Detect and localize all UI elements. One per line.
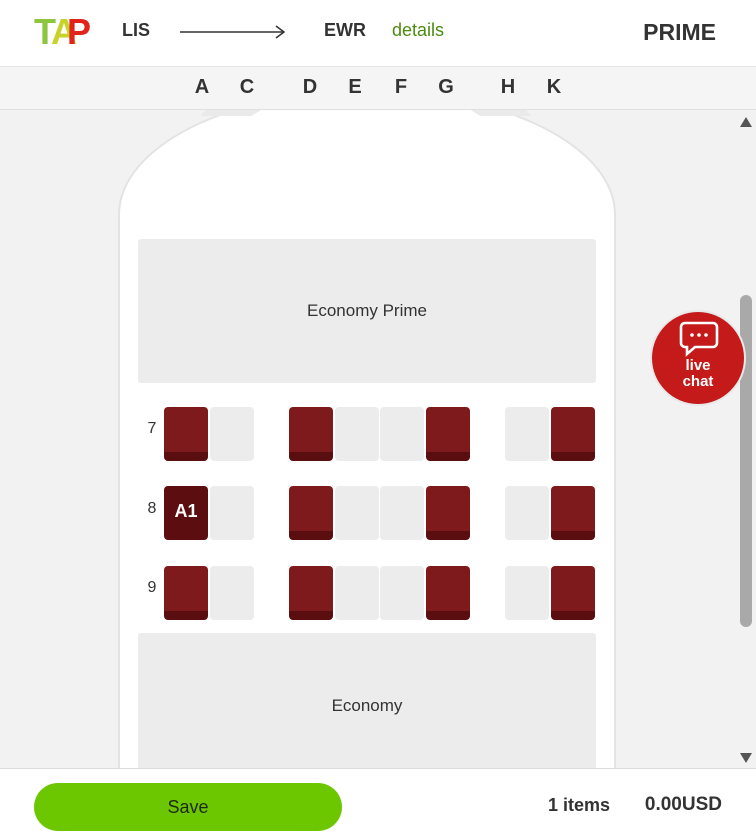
column-letter: K <box>546 76 562 98</box>
seat-8K[interactable] <box>551 486 595 540</box>
seat-9D[interactable] <box>289 566 333 620</box>
live-chat-line: chat <box>682 373 714 390</box>
column-letter: D <box>302 76 318 98</box>
zone-economy-prime: Economy Prime <box>138 239 596 383</box>
column-letter: C <box>239 76 255 98</box>
seat-8H[interactable] <box>505 486 549 540</box>
seat-7E[interactable] <box>335 407 379 461</box>
seat-8G[interactable] <box>426 486 470 540</box>
seat-9H[interactable] <box>505 566 549 620</box>
seat-8C[interactable] <box>210 486 254 540</box>
row-number: 7 <box>147 420 157 437</box>
save-button[interactable]: Save <box>34 783 342 831</box>
scroll-up-arrow-icon[interactable] <box>739 116 753 128</box>
tap-logo[interactable]: T A P <box>34 14 92 46</box>
origin-airport: LIS <box>122 20 151 40</box>
column-letter: H <box>500 76 516 98</box>
destination-airport: EWR <box>324 20 366 40</box>
scroll-down-arrow-icon[interactable] <box>739 752 753 764</box>
seat-8E[interactable] <box>335 486 379 540</box>
zone-economy: Economy <box>138 633 596 768</box>
live-chat-line: live <box>685 357 711 374</box>
seat-7D[interactable] <box>289 407 333 461</box>
seat-9E[interactable] <box>335 566 379 620</box>
seat-8F[interactable] <box>380 486 424 540</box>
row-number: 8 <box>147 500 157 517</box>
selected-seat-label: A1 <box>174 501 198 521</box>
seat-7K[interactable] <box>551 407 595 461</box>
footer-bar: Save 1 items 0.00USD <box>0 768 756 838</box>
seat-9F[interactable] <box>380 566 424 620</box>
live-chat-button[interactable]: live chat <box>652 312 744 404</box>
column-letter: F <box>394 76 408 98</box>
chat-bubble-icon <box>679 321 719 357</box>
seat-9G[interactable] <box>426 566 470 620</box>
zone-label: Economy <box>331 696 403 715</box>
items-count: 1 items <box>548 795 611 815</box>
seat-7G[interactable] <box>426 407 470 461</box>
column-letter: A <box>194 76 210 98</box>
column-letter: G <box>438 76 454 98</box>
route-arrow-icon <box>180 25 286 39</box>
seat-9C[interactable] <box>210 566 254 620</box>
column-letter: E <box>348 76 362 98</box>
live-chat-label: live chat <box>652 358 744 390</box>
seat-9K[interactable] <box>551 566 595 620</box>
total-price: 0.00USD <box>644 794 722 815</box>
seat-map[interactable]: Economy Prime 7 8 A1 9 Economy <box>0 110 756 768</box>
seat-8A[interactable]: A1 <box>164 486 208 540</box>
row-number: 9 <box>147 579 157 596</box>
seat-7A[interactable] <box>164 407 208 461</box>
svg-text:P: P <box>67 14 91 46</box>
header: T A P LIS EWR details PRIME <box>0 0 756 66</box>
zone-label: Economy Prime <box>307 301 427 320</box>
seat-7F[interactable] <box>380 407 424 461</box>
seat-7C[interactable] <box>210 407 254 461</box>
cabin-class-title: PRIME <box>643 19 716 45</box>
seat-7H[interactable] <box>505 407 549 461</box>
seat-8D[interactable] <box>289 486 333 540</box>
details-link[interactable]: details <box>392 20 444 41</box>
seat-9A[interactable] <box>164 566 208 620</box>
seat-column-header: A C D E F G H K <box>0 66 756 110</box>
